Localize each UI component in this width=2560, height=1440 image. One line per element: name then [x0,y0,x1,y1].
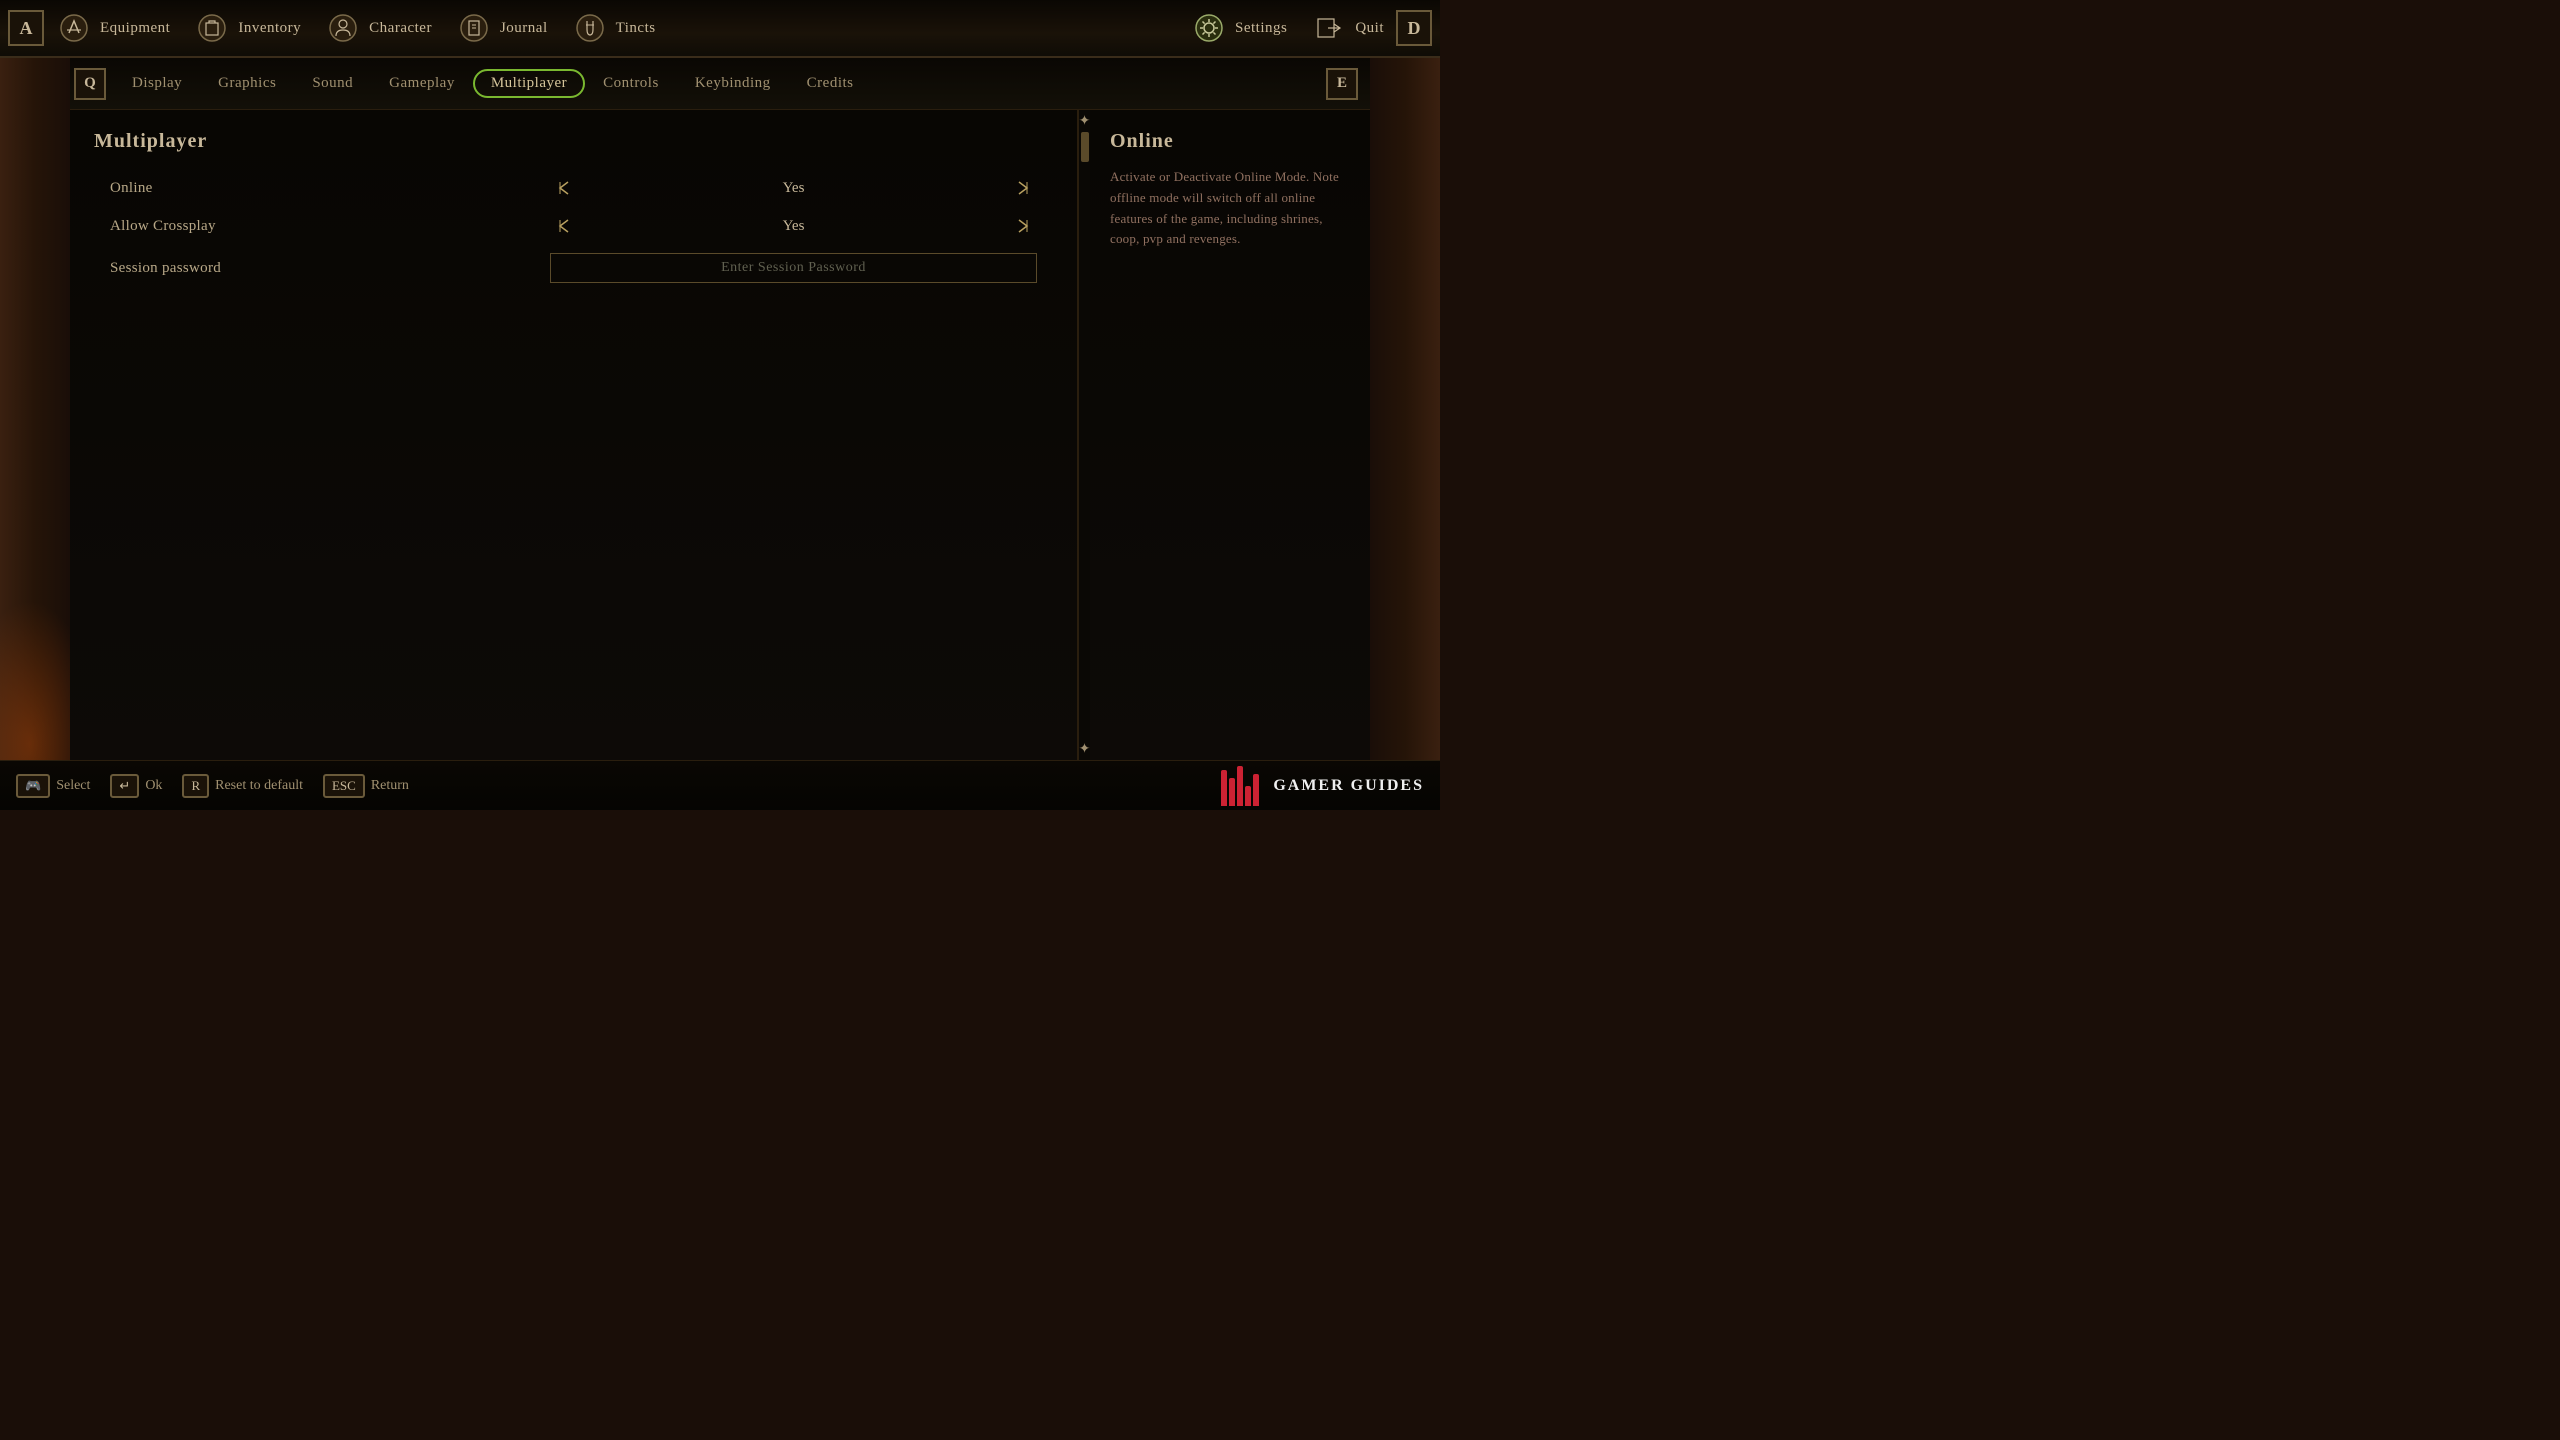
settings-left-panel: Multiplayer Online Yes [70,110,1078,760]
inventory-label: Inventory [238,20,301,37]
tab-sound[interactable]: Sound [294,69,371,98]
gamer-guides-logo: GAMER GUIDES [1221,766,1424,806]
tincts-label: Tincts [616,20,656,37]
tab-display[interactable]: Display [114,69,200,98]
main-content-area: Multiplayer Online Yes [70,110,1370,760]
settings-icon [1191,10,1227,46]
nav-item-tincts[interactable]: Tincts [560,6,668,50]
equipment-label: Equipment [100,20,170,37]
left-pillar [0,0,70,810]
scroll-top-deco: ✦ [1078,114,1092,128]
password-value-area [550,253,1037,283]
nav-key-a: A [8,10,44,46]
equipment-icon [56,10,92,46]
scrollbar-thumb[interactable] [1081,132,1089,162]
scrollbar: ✦ ✦ [1078,110,1090,760]
bottom-action-return: ESC Return [323,774,409,798]
setting-row-password[interactable]: Session password [94,247,1053,289]
gg-bars-icon [1221,766,1265,806]
nav-item-inventory[interactable]: Inventory [182,6,313,50]
crossplay-arrow-right[interactable] [1009,215,1037,237]
reset-key: R [182,774,209,798]
info-title: Online [1110,130,1350,153]
nav-item-settings[interactable]: Settings [1179,6,1299,50]
settings-label: Settings [1235,20,1287,37]
select-label: Select [56,778,90,794]
tab-gameplay[interactable]: Gameplay [371,69,473,98]
tab-controls[interactable]: Controls [585,69,677,98]
journal-label: Journal [500,20,548,37]
settings-tab-bar: Q Display Graphics Sound Gameplay Multip… [70,58,1370,110]
gg-text: GAMER GUIDES [1273,777,1424,795]
bottom-action-ok: ↵ Ok [110,774,162,798]
tincts-icon [572,10,608,46]
select-key: 🎮 [16,774,50,798]
info-text: Activate or Deactivate Online Mode. Note… [1110,167,1350,250]
tab-key-q: Q [74,68,106,100]
info-panel: Online Activate or Deactivate Online Mod… [1090,110,1370,760]
nav-item-equipment[interactable]: Equipment [44,6,182,50]
nav-key-d: D [1396,10,1432,46]
tab-keybinding[interactable]: Keybinding [677,69,789,98]
ok-key: ↵ [110,774,139,798]
character-icon [325,10,361,46]
online-value: Yes [578,180,1009,197]
nav-item-character[interactable]: Character [313,6,444,50]
session-password-input[interactable] [550,253,1037,283]
bottom-action-select: 🎮 Select [16,774,90,798]
top-navigation: A Equipment Inventory [0,0,1440,58]
tab-key-e: E [1326,68,1358,100]
nav-item-journal[interactable]: Journal [444,6,560,50]
tab-graphics[interactable]: Graphics [200,69,294,98]
tab-multiplayer[interactable]: Multiplayer [473,69,585,98]
online-arrow-left[interactable] [550,177,578,199]
character-label: Character [369,20,432,37]
setting-row-online[interactable]: Online Yes [94,171,1053,205]
crossplay-value: Yes [578,218,1009,235]
inventory-icon [194,10,230,46]
section-title-multiplayer: Multiplayer [94,130,1053,153]
setting-label-online: Online [110,180,550,197]
setting-row-crossplay[interactable]: Allow Crossplay Yes [94,209,1053,243]
quit-label: Quit [1355,20,1384,37]
setting-label-password: Session password [110,260,550,277]
quit-icon [1311,10,1347,46]
return-key: ESC [323,774,365,798]
ok-label: Ok [145,778,162,794]
crossplay-arrow-left[interactable] [550,215,578,237]
setting-label-crossplay: Allow Crossplay [110,218,550,235]
bottom-action-reset: R Reset to default [182,774,303,798]
scroll-bottom-deco: ✦ [1078,742,1092,756]
return-label: Return [371,778,409,794]
online-value-area: Yes [550,177,1037,199]
crossplay-value-area: Yes [550,215,1037,237]
right-pillar [1370,0,1440,810]
journal-icon [456,10,492,46]
nav-item-quit[interactable]: Quit [1299,6,1396,50]
online-arrow-right[interactable] [1009,177,1037,199]
bottom-bar: 🎮 Select ↵ Ok R Reset to default ESC Ret… [0,760,1440,810]
tab-credits[interactable]: Credits [789,69,872,98]
reset-label: Reset to default [215,778,303,794]
